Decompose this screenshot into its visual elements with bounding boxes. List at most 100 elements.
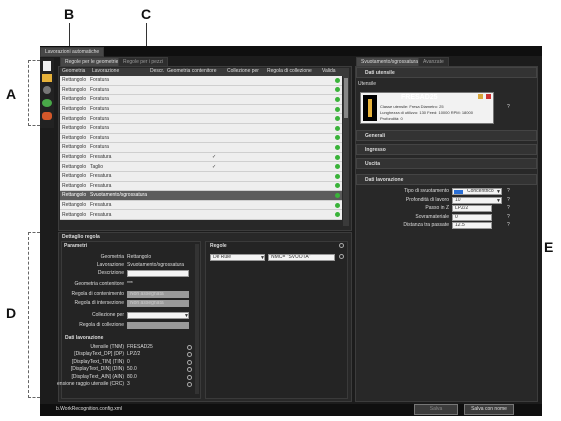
rule-field-select[interactable]: De Rule (210, 254, 265, 261)
edit-tool-icon[interactable] (478, 94, 483, 99)
table-row[interactable]: Rettangolo Fresatura ✓ (60, 152, 342, 163)
radio-button[interactable] (187, 345, 192, 350)
col-header-valida[interactable]: Valida (320, 68, 344, 76)
dati-label: Utensile (TNM) (90, 344, 124, 350)
section-uscita[interactable]: Uscita (356, 158, 537, 169)
field-label: Profondità di lavoro (405, 196, 449, 203)
table-row[interactable]: Rettangolo Foratura (60, 133, 342, 144)
field-input[interactable]: 12.5 (452, 222, 492, 229)
table-row[interactable]: Rettangolo Foratura (60, 114, 342, 124)
chevron-down-icon[interactable]: ▼ (184, 313, 189, 319)
col-header-collezione[interactable]: Collezione per (225, 68, 265, 76)
col-header-lavorazione[interactable]: Lavorazione (90, 68, 148, 76)
descrizione-input[interactable] (127, 270, 189, 277)
params-scrollbar[interactable] (195, 244, 199, 394)
table-row[interactable]: Rettangolo Foratura (60, 143, 342, 153)
callout-d: D (6, 305, 17, 321)
dati-lavorazione-header[interactable]: Dati lavorazione (356, 174, 537, 185)
table-row[interactable]: Rettangolo Fresatura (60, 210, 342, 220)
collezione-per-select[interactable] (127, 312, 189, 319)
chevron-down-icon[interactable]: ▼ (496, 198, 501, 204)
scrollbar-thumb[interactable] (344, 78, 348, 118)
valid-indicator (335, 116, 340, 122)
regola-coll-field[interactable] (127, 322, 189, 329)
bracket-a (28, 60, 40, 126)
table-row[interactable]: Rettangolo Foratura (60, 123, 342, 134)
cell-lavorazione: Foratura (90, 77, 109, 84)
delete-tool-icon[interactable] (486, 94, 491, 99)
gear-icon[interactable] (43, 86, 51, 94)
reg-inters-field[interactable]: Non assegnata (127, 300, 189, 307)
valid-indicator (335, 77, 340, 83)
col-header-descr[interactable]: Descr. (148, 68, 165, 76)
table-row[interactable]: Rettangolo Fresatura (60, 200, 342, 211)
col-header-regola-coll[interactable]: Regola di collezione (265, 68, 320, 76)
save-as-button[interactable]: Salva con nome (464, 404, 514, 415)
valid-indicator (335, 183, 340, 189)
dati-value: 80.0 (127, 373, 137, 380)
help-icon[interactable]: ? (507, 205, 510, 211)
cell-lavorazione: Fresatura (90, 202, 112, 209)
radio-button[interactable] (187, 359, 192, 365)
cell-lavorazione: Fresatura (90, 211, 112, 218)
valid-indicator (335, 202, 340, 208)
col-header-geometria[interactable]: Geometria (60, 68, 90, 76)
tree-icon[interactable] (42, 99, 52, 107)
cell-lavorazione: Fresatura (90, 173, 112, 180)
dati-value: 50.0 (127, 366, 137, 373)
table-row[interactable]: Rettangolo Svuotamento/sgrossatura (60, 191, 342, 201)
window-title-tab[interactable]: Lavorazioni automatiche (40, 47, 105, 57)
lavorazione-label: Lavorazione (96, 262, 124, 268)
rule-expression-input[interactable]: NMC= "SVUOTA" (268, 254, 335, 261)
cell-geometria: Rettangolo (62, 154, 87, 161)
cell-geometria: Rettangolo (62, 96, 87, 103)
rule-chevron-icon[interactable]: ▼ (260, 255, 265, 261)
settings-icon[interactable] (42, 112, 52, 120)
chevron-down-icon[interactable]: ▼ (496, 189, 501, 195)
reg-cont-field[interactable]: Non assegnata (127, 291, 189, 298)
help-icon[interactable]: ? (507, 188, 510, 194)
add-rule-icon[interactable] (339, 243, 344, 248)
icon-bar (40, 58, 54, 128)
document-icon[interactable] (43, 61, 51, 71)
valid-indicator (335, 154, 340, 160)
section-ingresso[interactable]: Ingresso (356, 144, 537, 155)
table-row[interactable]: Rettangolo Fresatura (60, 171, 342, 182)
dati-utensile-header[interactable]: Dati utensile (356, 67, 537, 78)
table-row[interactable]: Rettangolo Foratura (60, 104, 342, 115)
collezione-per-label: Collezione per (92, 312, 124, 318)
dati-value: LPZ/2 (127, 351, 141, 358)
field-input[interactable]: 10 (452, 196, 502, 204)
table-row[interactable]: Rettangolo Foratura (60, 76, 342, 86)
remove-rule-icon[interactable] (339, 254, 344, 259)
dati-value: 3 (127, 381, 130, 387)
field-input[interactable]: 0 (452, 213, 492, 221)
cell-geometria: Rettangolo (62, 211, 87, 218)
utensile-label: Utensile (358, 81, 377, 87)
field-input[interactable]: LPZ/2 (452, 205, 492, 212)
help-icon[interactable]: ? (507, 222, 510, 228)
cell-lavorazione: Svuotamento/sgrossatura (90, 192, 147, 199)
help-icon[interactable]: ? (507, 197, 510, 203)
cell-lavorazione: Taglio (90, 163, 104, 170)
col-header-geom-cont[interactable]: Geometria contenitore (165, 68, 225, 76)
valid-indicator (335, 96, 340, 102)
radio-button[interactable] (187, 382, 192, 387)
table-row[interactable]: Rettangolo Foratura (60, 95, 342, 105)
grid-scrollbar[interactable] (343, 76, 349, 226)
rules-panel (205, 241, 348, 399)
help-icon[interactable]: ? (507, 104, 510, 110)
section-generali[interactable]: Generali (356, 130, 537, 141)
table-row[interactable]: Rettangolo Foratura (60, 85, 342, 96)
tool-card[interactable]: FRESAD25 Classe utensile: Fresa Diametro… (360, 92, 494, 124)
help-icon[interactable]: ? (507, 214, 510, 220)
callout-c: C (141, 6, 152, 22)
table-row[interactable]: Rettangolo Taglio ✓ (60, 162, 342, 172)
table-row[interactable]: Rettangolo Fresatura (60, 181, 342, 192)
save-button[interactable]: Salva (414, 404, 458, 415)
folder-icon[interactable] (42, 74, 52, 82)
geometria-label: Geometria (100, 254, 124, 260)
cell-lavorazione: Foratura (90, 125, 109, 132)
cell-lavorazione: Foratura (90, 134, 109, 141)
radio-button[interactable] (187, 374, 192, 380)
